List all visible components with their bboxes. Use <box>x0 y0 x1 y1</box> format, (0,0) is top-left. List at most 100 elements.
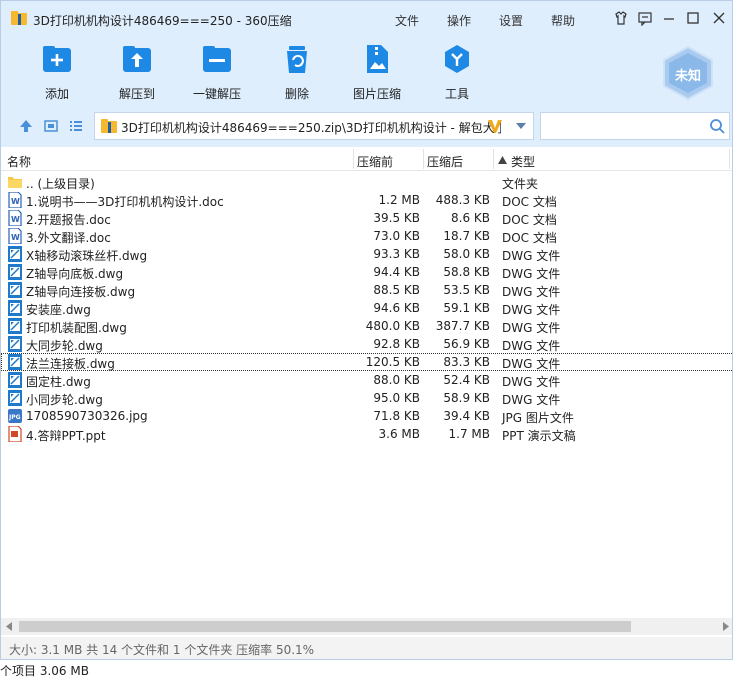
file-size: 39.5 KB <box>373 211 420 225</box>
file-name: 2.开题报告.doc <box>26 213 111 227</box>
table-row[interactable]: X轴移动滚珠丝杆.dwg 93.3 KB 58.0 KB DWG 文件 <box>1 245 732 263</box>
table-row[interactable]: W 1.说明书——3D打印机机构设计.doc 1.2 MB 488.3 KB DOC 文… <box>1 191 732 209</box>
file-type: DWG 文件 <box>502 393 561 407</box>
column-type[interactable]: 类型 <box>511 153 535 170</box>
file-type: JPG 图片文件 <box>502 411 574 425</box>
image-compress-button[interactable]: 图片压缩 <box>345 43 409 103</box>
doc-icon: W <box>8 191 22 209</box>
minimize-icon[interactable] <box>661 10 677 26</box>
tools-icon <box>445 45 469 73</box>
file-size: 120.5 KB <box>365 355 420 369</box>
file-type: DWG 文件 <box>502 267 561 281</box>
file-compressed-size: 8.6 KB <box>451 211 490 225</box>
address-bar: 3D打印机机构设计486469===250.zip\3D打印机机构设计 - 解包… <box>1 107 732 147</box>
menu-help[interactable]: 帮助 <box>551 12 575 29</box>
file-compressed-size: 58.0 KB <box>443 247 490 261</box>
menu-settings[interactable]: 设置 <box>499 12 523 29</box>
table-row[interactable]: 固定柱.dwg 88.0 KB 52.4 KB DWG 文件 <box>1 371 732 389</box>
file-compressed-size: 59.1 KB <box>443 301 490 315</box>
tools-button[interactable]: 工具 <box>425 43 489 103</box>
file-type: DWG 文件 <box>502 339 561 353</box>
badge-label: 未知 <box>674 69 701 84</box>
jpg-icon: JPG <box>8 408 22 424</box>
file-size: 94.4 KB <box>373 265 420 279</box>
horizontal-scrollbar[interactable] <box>1 618 732 635</box>
feedback-icon[interactable] <box>637 10 653 26</box>
add-label: 添加 <box>44 87 69 101</box>
explorer-status-text: 个项目 3.06 MB <box>0 664 89 678</box>
image-compress-icon <box>367 45 388 73</box>
one-click-extract-button[interactable]: 一键解压 <box>185 43 249 103</box>
table-row[interactable]: W 2.开题报告.doc 39.5 KB 8.6 KB DOC 文档 <box>1 209 732 227</box>
file-size: 3.6 MB <box>378 427 420 441</box>
table-row[interactable]: 法兰连接板.dwg 120.5 KB 83.3 KB DWG 文件 <box>1 353 732 371</box>
column-compressed[interactable]: 压缩后 <box>427 153 463 170</box>
file-list-header: 名称 压缩前 压缩后 类型 <box>1 147 732 171</box>
file-name: 4.答辩PPT.ppt <box>26 429 106 443</box>
menu-file[interactable]: 文件 <box>395 12 419 29</box>
table-row[interactable]: 4.答辩PPT.ppt 3.6 MB 1.7 MB PPT 演示文稿 <box>1 425 732 443</box>
window-title: 3D打印机机构设计486469===250 - 360压缩 <box>33 14 292 28</box>
column-divider[interactable] <box>353 149 354 169</box>
chevron-down-icon[interactable] <box>515 121 527 131</box>
scrollbar-thumb[interactable] <box>19 621 631 632</box>
file-size: 92.8 KB <box>373 337 420 351</box>
delete-button[interactable]: 删除 <box>265 43 329 103</box>
gold-v-icon <box>488 120 502 133</box>
table-row[interactable]: .. (上级目录) 文件夹 <box>1 173 732 191</box>
extract-to-icon <box>123 46 151 72</box>
skin-icon[interactable] <box>613 10 629 26</box>
column-divider[interactable] <box>493 149 494 169</box>
path-field[interactable]: 3D打印机机构设计486469===250.zip\3D打印机机构设计 - 解包… <box>94 112 534 140</box>
svg-text:JPG: JPG <box>8 414 21 421</box>
file-name: 3.外文翻译.doc <box>26 231 111 245</box>
sort-ascending-icon <box>498 156 507 164</box>
add-button[interactable]: 添加 <box>25 43 89 103</box>
file-size: 71.8 KB <box>373 409 420 423</box>
one-click-extract-icon <box>203 46 231 72</box>
table-row[interactable]: 小同步轮.dwg 95.0 KB 58.9 KB DWG 文件 <box>1 389 732 407</box>
doc-icon: W <box>8 227 22 245</box>
scroll-left-icon[interactable] <box>5 622 13 631</box>
list-view-icon[interactable] <box>69 119 83 133</box>
file-type: DOC 文档 <box>502 195 557 209</box>
title-bar: 3D打印机机构设计486469===250 - 360压缩 文件 操作 设置 帮… <box>1 1 732 37</box>
file-name: Z轴导向底板.dwg <box>26 267 124 281</box>
table-row[interactable]: 大同步轮.dwg 92.8 KB 56.9 KB DWG 文件 <box>1 335 732 353</box>
file-size: 95.0 KB <box>373 391 420 405</box>
table-row[interactable]: 安装座.dwg 94.6 KB 59.1 KB DWG 文件 <box>1 299 732 317</box>
extract-to-button[interactable]: 解压到 <box>105 43 169 103</box>
column-divider[interactable] <box>423 149 424 169</box>
extract-to-label: 解压到 <box>118 87 155 101</box>
table-row[interactable]: Z轴导向底板.dwg 94.4 KB 58.8 KB DWG 文件 <box>1 263 732 281</box>
file-size: 1.2 MB <box>378 193 420 207</box>
dwg-icon <box>8 282 22 298</box>
file-type: DOC 文档 <box>502 213 557 227</box>
dwg-icon <box>8 336 22 352</box>
table-row[interactable]: Z轴导向连接板.dwg 88.5 KB 53.5 KB DWG 文件 <box>1 281 732 299</box>
column-name[interactable]: 名称 <box>7 153 31 170</box>
user-status-badge[interactable]: 未知 <box>661 45 715 101</box>
scroll-right-icon[interactable] <box>722 622 730 631</box>
file-name: 1.说明书——3D打印机机构设计.doc <box>26 195 224 209</box>
search-box[interactable] <box>540 112 730 140</box>
file-type: DWG 文件 <box>502 321 561 335</box>
up-arrow-icon[interactable] <box>19 119 33 133</box>
file-compressed-size: 488.3 KB <box>435 193 490 207</box>
file-compressed-size: 83.3 KB <box>443 355 490 369</box>
thumbnail-view-icon[interactable] <box>44 119 58 133</box>
menu-actions[interactable]: 操作 <box>447 12 471 29</box>
search-input[interactable] <box>545 117 705 135</box>
file-compressed-size: 39.4 KB <box>443 409 490 423</box>
close-icon[interactable] <box>711 10 727 26</box>
dwg-icon <box>8 318 22 334</box>
table-row[interactable]: W 3.外文翻译.doc 73.0 KB 18.7 KB DOC 文档 <box>1 227 732 245</box>
column-divider[interactable] <box>729 149 730 169</box>
app-window: 3D打印机机构设计486469===250 - 360压缩 文件 操作 设置 帮… <box>0 0 733 660</box>
maximize-icon[interactable] <box>685 10 701 26</box>
table-row[interactable]: 打印机装配图.dwg 480.0 KB 387.7 KB DWG 文件 <box>1 317 732 335</box>
table-row[interactable]: JPG 1708590730326.jpg 71.8 KB 39.4 KB JPG 图片… <box>1 407 732 425</box>
search-icon[interactable] <box>709 118 725 134</box>
column-size[interactable]: 压缩前 <box>357 153 393 170</box>
file-size: 94.6 KB <box>373 301 420 315</box>
